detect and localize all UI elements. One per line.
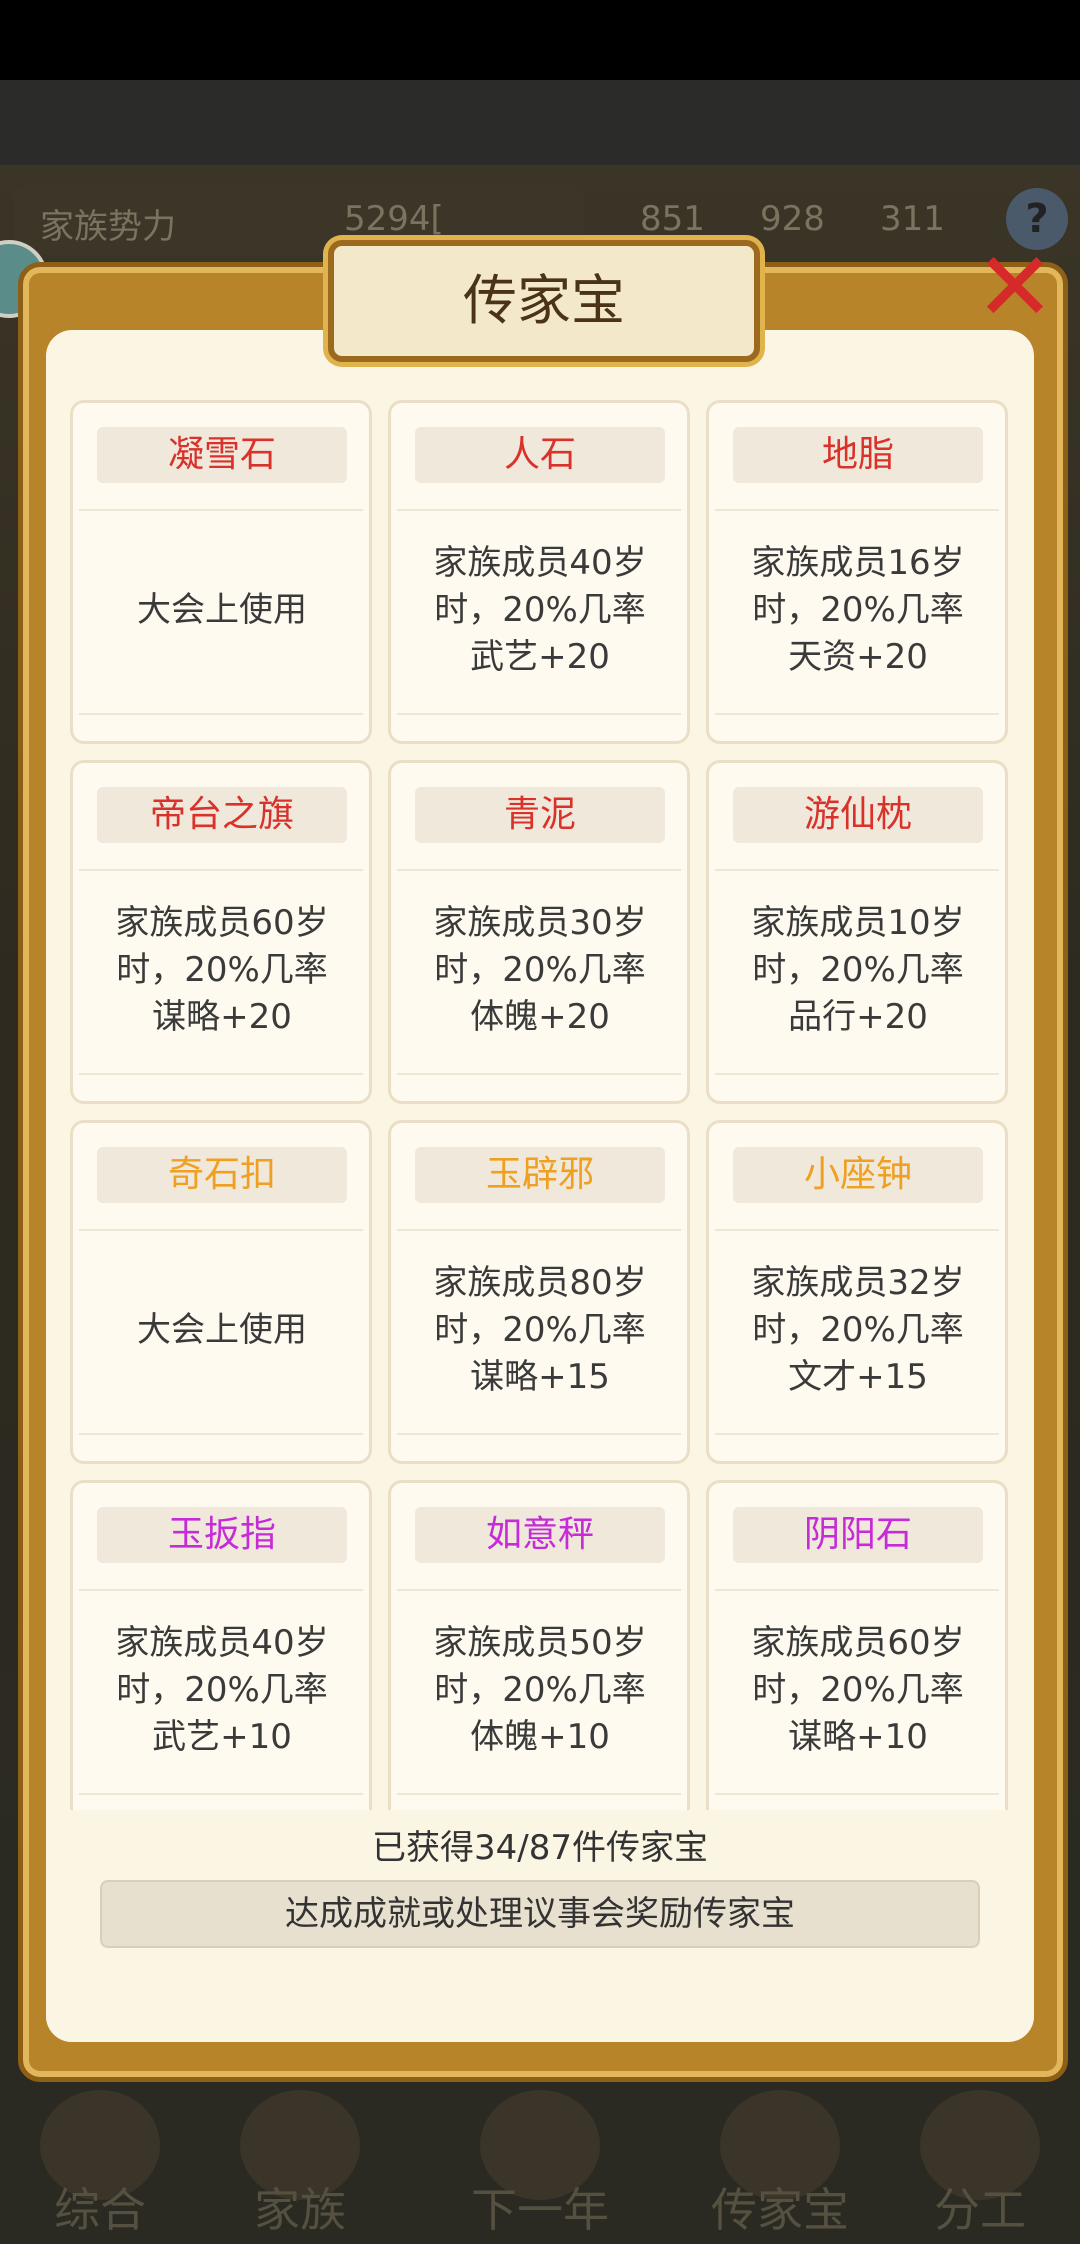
resource-value-2: 928	[760, 199, 825, 239]
divider	[715, 713, 999, 715]
divider	[397, 1793, 681, 1795]
heirloom-description: 家族成员80岁 时，20%几率 谋略+15	[433, 1262, 647, 1397]
heirloom-card[interactable]: 如意秤家族成员50岁 时，20%几率 体魄+10	[388, 1480, 690, 1824]
divider	[79, 1433, 363, 1435]
heirloom-name: 帝台之旗	[97, 787, 347, 843]
nav-item-overview[interactable]: 综合	[0, 2080, 200, 2244]
heirloom-card[interactable]: 小座钟家族成员32岁 时，20%几率 文才+15	[706, 1120, 1008, 1464]
heirloom-name: 小座钟	[733, 1147, 983, 1203]
divider	[397, 713, 681, 715]
heirloom-count: 已获得34/87件传家宝	[372, 1828, 708, 1868]
heirloom-card[interactable]: 地脂家族成员16岁 时，20%几率 天资+20	[706, 400, 1008, 744]
nav-label: 下一年	[471, 2183, 609, 2237]
heirloom-card[interactable]: 游仙枕家族成员10岁 时，20%几率 品行+20	[706, 760, 1008, 1104]
nav-label: 综合	[54, 2183, 146, 2237]
heirloom-name: 青泥	[415, 787, 665, 843]
heirloom-card[interactable]: 人石家族成员40岁 时，20%几率 武艺+20	[388, 400, 690, 744]
dimmed-header	[0, 80, 1080, 165]
close-icon[interactable]: ✕	[955, 235, 1075, 340]
modal-title: 传家宝	[328, 240, 760, 362]
obtain-info-button[interactable]: 达成成就或处理议事会奖励传家宝	[100, 1880, 980, 1948]
heirloom-name: 如意秤	[415, 1507, 665, 1563]
divider	[397, 1433, 681, 1435]
heirloom-card[interactable]: 玉扳指家族成员40岁 时，20%几率 武艺+10	[70, 1480, 372, 1824]
heirloom-card[interactable]: 青泥家族成员30岁 时，20%几率 体魄+20	[388, 760, 690, 1104]
heirloom-description: 家族成员30岁 时，20%几率 体魄+20	[433, 902, 647, 1037]
nav-item-next-year[interactable]: 下一年	[440, 2080, 640, 2244]
heirloom-panel: 凝雪石 大会上使用 人石 家族成员40岁 时，20%几率 武艺+20 地脂 家族成员16岁…	[46, 330, 1034, 2042]
resource-value-3: 311	[880, 199, 945, 239]
heirloom-card[interactable]: 阴阳石家族成员60岁 时，20%几率 谋略+10	[706, 1480, 1008, 1824]
nav-item-family[interactable]: 家族	[200, 2080, 400, 2244]
heirloom-description: 家族成员50岁 时，20%几率 体魄+10	[433, 1622, 647, 1757]
heirloom-name: 玉辟邪	[415, 1147, 665, 1203]
heirloom-description: 大会上使用	[137, 1309, 307, 1350]
nav-label: 分工	[934, 2183, 1026, 2237]
heirloom-name: 游仙枕	[733, 787, 983, 843]
heirloom-description: 家族成员16岁 时，20%几率 天资+20	[751, 542, 965, 677]
status-bar	[0, 0, 1080, 80]
heirloom-description: 家族成员60岁 时，20%几率 谋略+10	[751, 1622, 965, 1757]
heirloom-description: 家族成员10岁 时，20%几率 品行+20	[751, 902, 965, 1037]
heirloom-card[interactable]: 玉辟邪家族成员80岁 时，20%几率 谋略+15	[388, 1120, 690, 1464]
resource-value-1: 851	[640, 199, 705, 239]
divider	[79, 1073, 363, 1075]
family-power-label: 家族势力	[40, 207, 176, 247]
divider	[715, 1073, 999, 1075]
heirloom-description: 家族成员60岁 时，20%几率 谋略+20	[115, 902, 329, 1037]
heirloom-name: 人石	[415, 427, 665, 483]
panel-footer: 已获得34/87件传家宝 达成成就或处理议事会奖励传家宝	[46, 1810, 1034, 2042]
nav-label: 传家宝	[711, 2183, 849, 2237]
family-power-value: 5294[	[344, 199, 444, 239]
nav-item-division[interactable]: 分工	[880, 2080, 1080, 2244]
heirloom-description: 家族成员40岁 时，20%几率 武艺+20	[433, 542, 647, 677]
heirloom-description: 家族成员32岁 时，20%几率 文才+15	[751, 1262, 965, 1397]
heirloom-name: 玉扳指	[97, 1507, 347, 1563]
heirloom-name: 凝雪石	[97, 427, 347, 483]
heirloom-name: 地脂	[733, 427, 983, 483]
divider	[715, 1433, 999, 1435]
heirloom-card[interactable]: 帝台之旗家族成员60岁 时，20%几率 谋略+20	[70, 760, 372, 1104]
heirloom-description: 大会上使用	[137, 589, 307, 630]
heirloom-card[interactable]: 奇石扣 大会上使用	[70, 1120, 372, 1464]
bottom-nav: 综合 家族 下一年 传家宝 分工	[0, 2080, 1080, 2244]
nav-label: 家族	[254, 2183, 346, 2237]
heirloom-card[interactable]: 凝雪石 大会上使用	[70, 400, 372, 744]
heirloom-description: 家族成员40岁 时，20%几率 武艺+10	[115, 1622, 329, 1757]
divider	[715, 1793, 999, 1795]
divider	[79, 713, 363, 715]
heirloom-name: 奇石扣	[97, 1147, 347, 1203]
nav-item-heirlooms[interactable]: 传家宝	[680, 2080, 880, 2244]
divider	[79, 1793, 363, 1795]
heirloom-name: 阴阳石	[733, 1507, 983, 1563]
divider	[397, 1073, 681, 1075]
